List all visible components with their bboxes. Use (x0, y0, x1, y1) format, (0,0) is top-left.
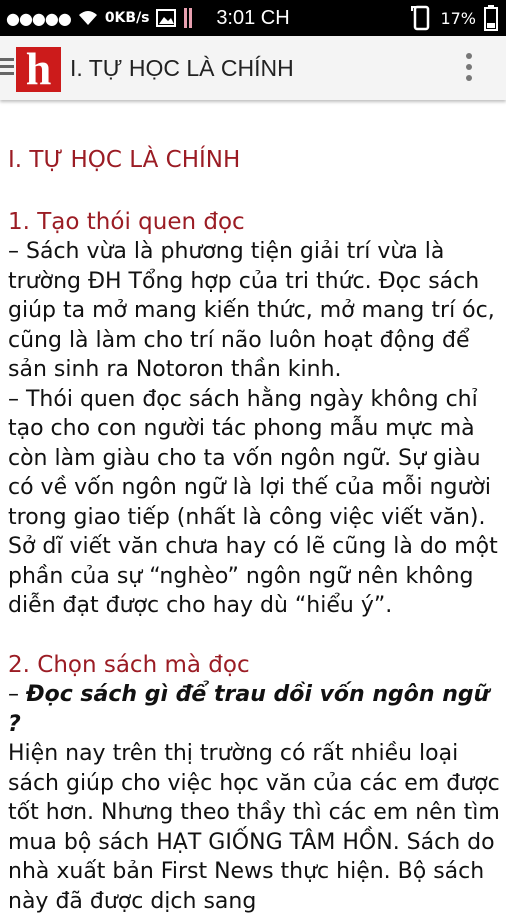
section-2-paragraph-1: Hiện nay trên thị trường có rất nhiều lo… (8, 741, 500, 914)
status-right: 17% (410, 0, 498, 36)
section-1-paragraph-1: – Sách vừa là phương tiện giải trí vừa l… (8, 239, 495, 382)
section-2-question-line: – Đọc sách gì để trau dồi vốn ngôn ngữ ? (8, 680, 500, 739)
app-logo[interactable]: h (16, 46, 61, 92)
battery-icon (484, 5, 498, 31)
section-2-title: 2. Chọn sách mà đọc (8, 651, 250, 678)
more-options-icon[interactable] (466, 53, 472, 86)
phone-rotation-icon (411, 5, 430, 31)
article-heading: I. TỰ HỌC LÀ CHÍNH (8, 147, 241, 173)
battery-percent: 17% (440, 8, 476, 28)
section-2-question: Đọc sách gì để trau dồi vốn ngôn ngữ ? (8, 682, 490, 737)
section-1-title: 1. Tạo thói quen đọc (8, 208, 245, 235)
menu-icon[interactable] (0, 58, 14, 79)
app-toolbar: h I. TỰ HỌC LÀ CHÍNH (0, 36, 506, 100)
section-1-paragraph-2: – Thói quen đọc sách hằng ngày không chỉ… (8, 386, 498, 619)
article-content: I. TỰ HỌC LÀ CHÍNH 1. Tạo thói quen đọc … (8, 140, 500, 916)
status-bar: ●●●●● 0KB/s 3:01 CH 17% (0, 0, 506, 36)
toolbar-title: I. TỰ HỌC LÀ CHÍNH (70, 55, 294, 81)
dash: – (8, 682, 26, 707)
